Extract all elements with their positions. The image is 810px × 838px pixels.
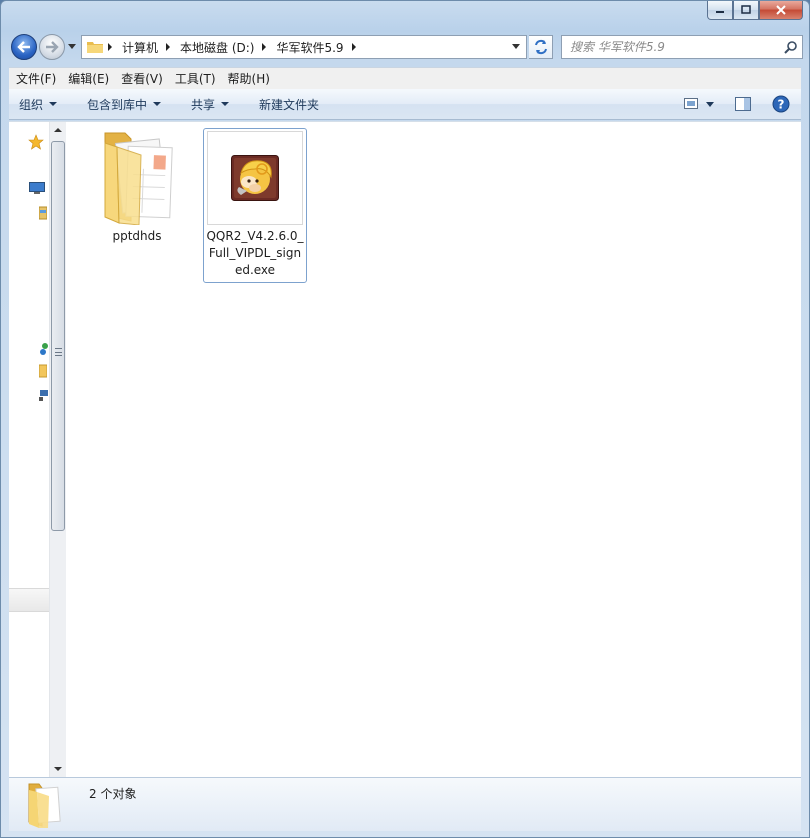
breadcrumb-current-folder[interactable]: 华军软件5.9 [272, 36, 347, 58]
folder-icon [87, 42, 103, 53]
chevron-down-icon [706, 101, 714, 107]
menu-file[interactable]: 文件(F) [11, 69, 61, 89]
new-folder-label: 新建文件夹 [259, 97, 320, 112]
include-in-library-button[interactable]: 包含到库中 [78, 89, 170, 119]
scroll-up-icon[interactable] [54, 128, 62, 132]
close-button[interactable] [759, 1, 803, 20]
libraries-icon[interactable] [39, 206, 47, 220]
computer-folder-icon[interactable] [39, 364, 47, 378]
minimize-button[interactable] [707, 1, 733, 20]
breadcrumb-separator [351, 43, 356, 51]
scrollbar-thumb[interactable] [51, 141, 65, 531]
file-item-exe[interactable]: QQR2_V4.2.6.0_Full_VIPDL_signed.exe [203, 128, 307, 283]
content-area: pptdhds QQR2_V4.2.6.0_Full_VIPDL_signed.… [9, 121, 801, 777]
file-list: pptdhds QQR2_V4.2.6.0_Full_VIPDL_signed.… [67, 122, 801, 777]
maximize-button[interactable] [733, 1, 759, 20]
change-view-button[interactable] [679, 93, 703, 115]
view-controls: ? [673, 93, 793, 115]
address-dropdown-icon[interactable] [512, 44, 520, 49]
folder-icon [28, 783, 61, 828]
close-icon [776, 5, 786, 15]
network-icon[interactable] [39, 388, 49, 402]
exe-thumbnail-frame [207, 131, 303, 225]
help-icon: ? [772, 95, 790, 113]
favorites-star-icon[interactable] [28, 134, 44, 150]
menu-help[interactable]: 帮助(H) [223, 69, 275, 89]
command-bar: 组织 包含到库中 共享 新建文件夹 ? [9, 89, 801, 120]
menu-edit[interactable]: 编辑(E) [63, 69, 114, 89]
refresh-button[interactable] [529, 35, 553, 59]
navigation-pane [9, 122, 49, 777]
forward-button[interactable] [39, 34, 65, 60]
navigation-bar: 计算机 本地磁盘 (D:) 华军软件5.9 [9, 32, 803, 62]
breadcrumb-computer[interactable]: 计算机 [118, 36, 162, 58]
organize-label: 组织 [19, 97, 44, 112]
forward-arrow-icon [46, 41, 59, 53]
file-item-folder[interactable]: pptdhds [85, 128, 189, 249]
file-name: pptdhds [112, 229, 162, 243]
refresh-icon [534, 39, 547, 55]
search-box[interactable] [561, 35, 803, 59]
explorer-window: 计算机 本地磁盘 (D:) 华军软件5.9 文件(F) 编辑(E) 查看(V) … [0, 0, 810, 838]
qq-speed-app-icon [231, 155, 279, 201]
homegroup-icon[interactable] [39, 342, 49, 356]
menu-bar: 文件(F) 编辑(E) 查看(V) 工具(T) 帮助(H) [9, 67, 801, 89]
grip-icon [55, 348, 62, 356]
caption-buttons [707, 1, 803, 21]
help-button[interactable]: ? [769, 93, 793, 115]
chevron-down-icon [68, 44, 76, 49]
recent-pages-button[interactable] [67, 43, 77, 51]
preview-pane-icon [735, 97, 751, 111]
file-name: QQR2_V4.2.6.0_Full_VIPDL_signed.exe [206, 229, 304, 277]
menu-view[interactable]: 查看(V) [116, 69, 168, 89]
breadcrumb-local-disk[interactable]: 本地磁盘 (D:) [176, 36, 258, 58]
maximize-icon [741, 5, 751, 14]
back-button[interactable] [11, 34, 37, 60]
navigation-pane-footer [9, 588, 49, 612]
share-label: 共享 [191, 97, 216, 112]
new-folder-button[interactable]: 新建文件夹 [250, 89, 328, 119]
chevron-down-icon [49, 102, 58, 106]
file-icon-wrap [86, 129, 188, 225]
details-pane: 2 个对象 [9, 777, 801, 831]
share-button[interactable]: 共享 [182, 89, 238, 119]
breadcrumb-separator [166, 43, 171, 51]
folder-icon [104, 132, 173, 225]
back-arrow-icon [17, 41, 30, 53]
object-count: 2 个对象 [89, 787, 137, 801]
search-input[interactable] [562, 36, 772, 58]
search-icon[interactable] [784, 40, 798, 54]
chevron-down-icon [153, 102, 162, 106]
scroll-down-icon[interactable] [54, 767, 62, 771]
preview-pane-button[interactable] [731, 93, 755, 115]
include-in-library-label: 包含到库中 [87, 97, 148, 112]
organize-button[interactable]: 组织 [9, 89, 66, 119]
chevron-down-icon [221, 102, 230, 106]
menu-tools[interactable]: 工具(T) [170, 69, 221, 89]
breadcrumb-separator [108, 43, 112, 51]
address-bar[interactable]: 计算机 本地磁盘 (D:) 华军软件5.9 [81, 35, 527, 59]
minimize-icon [716, 11, 724, 13]
view-icon [684, 98, 698, 109]
breadcrumb-separator [262, 43, 267, 51]
desktop-icon[interactable] [29, 182, 45, 194]
svg-text:?: ? [778, 98, 785, 112]
view-options-button[interactable] [703, 93, 717, 115]
navigation-scrollbar[interactable] [49, 122, 66, 777]
